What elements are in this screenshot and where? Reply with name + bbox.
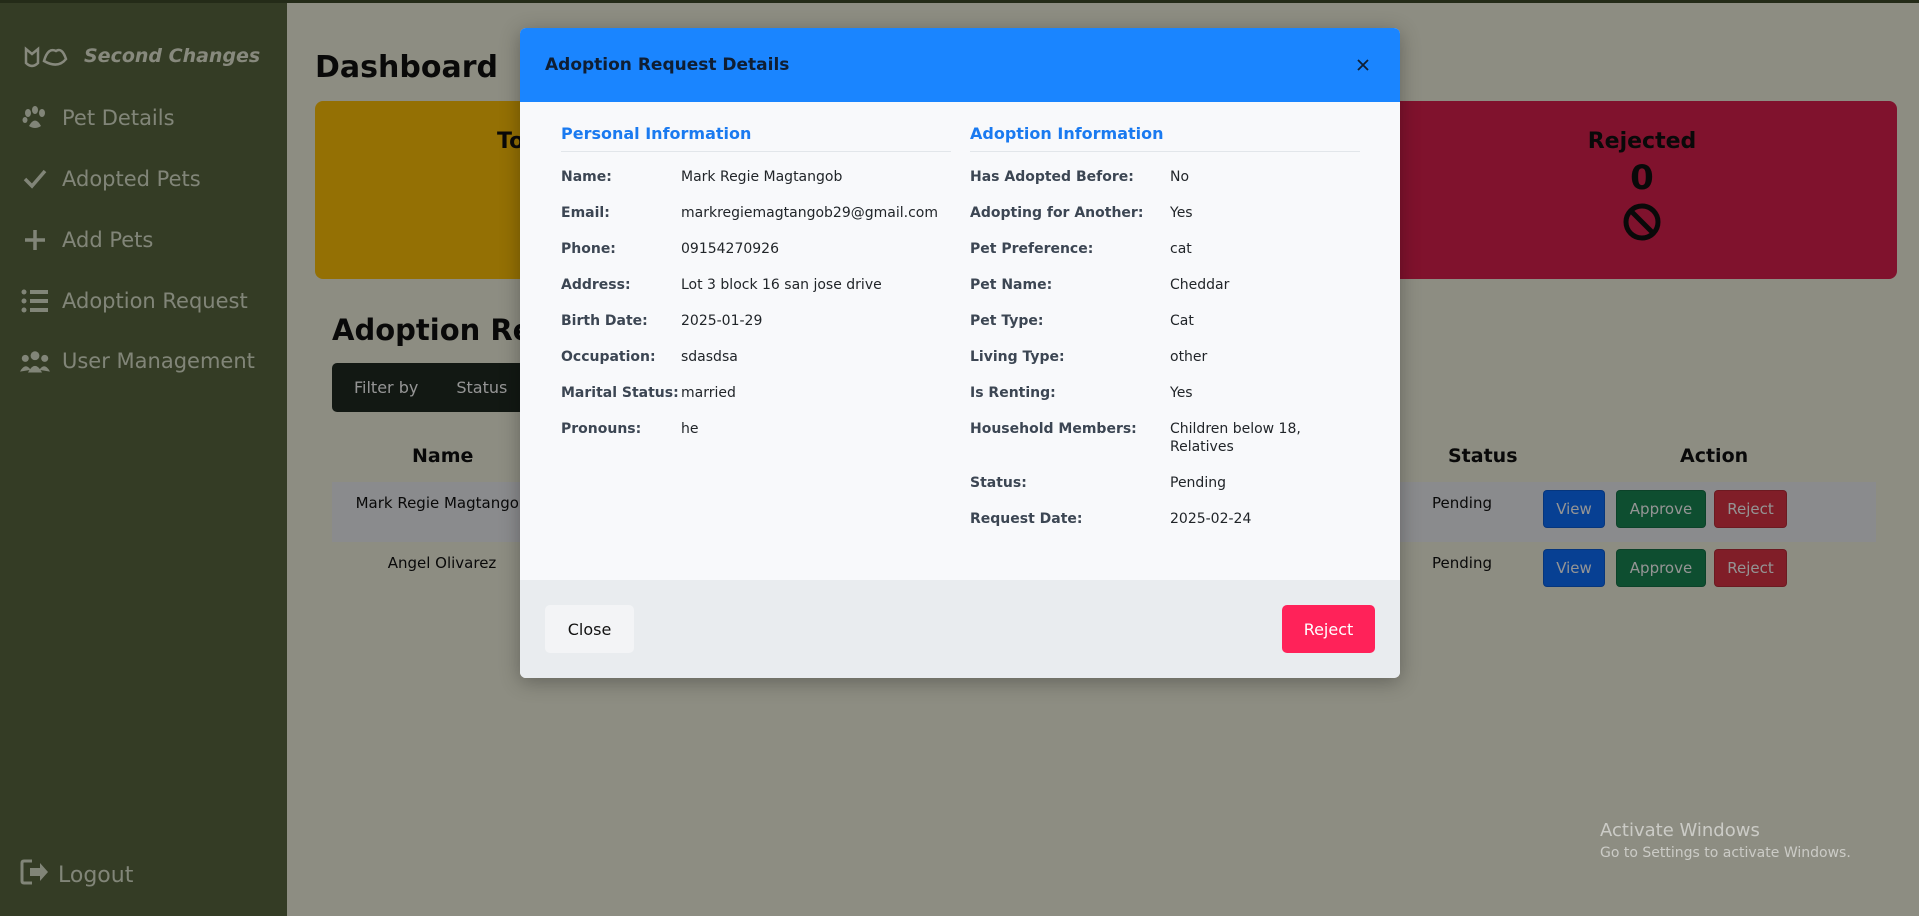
field-occupation: Occupation: sdasdsa xyxy=(561,348,951,366)
field-value: Mark Regie Magtangob xyxy=(681,169,843,185)
watermark-line2: Go to Settings to activate Windows. xyxy=(1600,845,1851,861)
field-pet-type: Pet Type: Cat xyxy=(970,312,1360,330)
personal-info-heading: Personal Information xyxy=(561,124,951,152)
adoption-request-modal: Adoption Request Details Personal Inform… xyxy=(520,28,1400,678)
modal-title: Adoption Request Details xyxy=(545,55,790,75)
field-label: Pet Type: xyxy=(970,313,1044,329)
field-label: Name: xyxy=(561,169,612,185)
field-value: 09154270926 xyxy=(681,241,779,257)
field-label: Pronouns: xyxy=(561,421,642,437)
field-email: Email: markregiemagtangob29@gmail.com xyxy=(561,204,951,222)
field-value: 2025-02-24 xyxy=(1170,511,1252,527)
field-living-type: Living Type: other xyxy=(970,348,1360,366)
field-label: Address: xyxy=(561,277,631,293)
adoption-info-heading: Adoption Information xyxy=(970,124,1360,152)
field-value: 2025-01-29 xyxy=(681,313,763,329)
field-value: markregiemagtangob29@gmail.com xyxy=(681,205,938,221)
field-name: Name: Mark Regie Magtangob xyxy=(561,168,951,186)
field-has-adopted-before: Has Adopted Before: No xyxy=(970,168,1360,186)
modal-footer: Close Reject xyxy=(520,580,1400,678)
field-label: Pet Name: xyxy=(970,277,1053,293)
field-label: Living Type: xyxy=(970,349,1065,365)
field-value: No xyxy=(1170,169,1190,185)
modal-header: Adoption Request Details xyxy=(520,28,1400,102)
field-value: Yes xyxy=(1170,385,1193,401)
field-label: Birth Date: xyxy=(561,313,648,329)
field-address: Address: Lot 3 block 16 san jose drive xyxy=(561,276,951,294)
watermark-line1: Activate Windows xyxy=(1600,820,1760,841)
field-household-members: Household Members: Children below 18, Rel… xyxy=(970,420,1360,456)
field-label: Household Members: xyxy=(970,421,1137,437)
field-value: Pending xyxy=(1170,475,1226,491)
field-marital-status: Marital Status: married xyxy=(561,384,951,402)
field-label: Adopting for Another: xyxy=(970,205,1144,221)
field-value: Cheddar xyxy=(1170,277,1230,293)
field-value: other xyxy=(1170,349,1208,365)
field-value: Lot 3 block 16 san jose drive xyxy=(681,277,882,293)
field-value: married xyxy=(681,385,736,401)
modal-body: Personal Information Name: Mark Regie Mag… xyxy=(520,102,1400,580)
field-adopting-for-another: Adopting for Another: Yes xyxy=(970,204,1360,222)
field-value: Children below 18, Relatives xyxy=(1170,421,1301,455)
field-value: cat xyxy=(1170,241,1192,257)
field-pronouns: Pronouns: he xyxy=(561,420,951,438)
close-icon[interactable] xyxy=(1351,53,1375,77)
field-request-date: Request Date: 2025-02-24 xyxy=(970,510,1360,528)
field-label: Marital Status: xyxy=(561,385,679,401)
field-phone: Phone: 09154270926 xyxy=(561,240,951,258)
field-value: sdasdsa xyxy=(681,349,738,365)
adoption-info-section: Adoption Information Has Adopted Before:… xyxy=(970,124,1360,546)
field-pet-name: Pet Name: Cheddar xyxy=(970,276,1360,294)
field-pet-preference: Pet Preference: cat xyxy=(970,240,1360,258)
field-value: Cat xyxy=(1170,313,1194,329)
field-value: Yes xyxy=(1170,205,1193,221)
windows-activation-watermark: Activate Windows Go to Settings to activ… xyxy=(1600,820,1851,861)
field-label: Pet Preference: xyxy=(970,241,1094,257)
field-label: Email: xyxy=(561,205,610,221)
field-is-renting: Is Renting: Yes xyxy=(970,384,1360,402)
personal-info-section: Personal Information Name: Mark Regie Mag… xyxy=(561,124,951,456)
field-label: Phone: xyxy=(561,241,616,257)
field-value: he xyxy=(681,421,699,437)
close-button[interactable]: Close xyxy=(545,605,634,653)
modal-reject-button[interactable]: Reject xyxy=(1282,605,1375,653)
field-status: Status: Pending xyxy=(970,474,1360,492)
field-label: Has Adopted Before: xyxy=(970,169,1134,185)
field-label: Occupation: xyxy=(561,349,656,365)
field-label: Is Renting: xyxy=(970,385,1056,401)
field-birth-date: Birth Date: 2025-01-29 xyxy=(561,312,951,330)
field-label: Request Date: xyxy=(970,511,1083,527)
field-label: Status: xyxy=(970,475,1027,491)
